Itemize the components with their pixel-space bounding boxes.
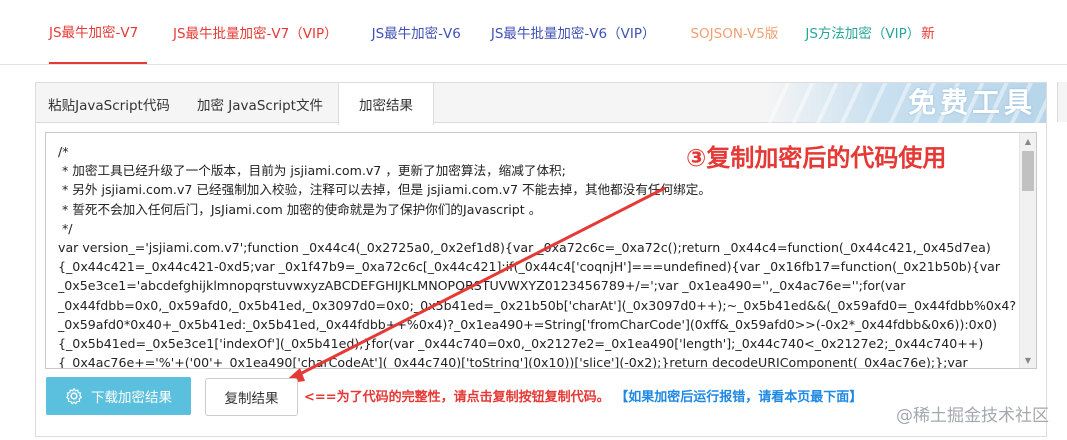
- tab-js-v7[interactable]: JS最牛加密-V7: [49, 0, 147, 64]
- code-content: /* * 加密工具已经升级了一个版本，目前为 jsjiami.com.v7 ，更…: [58, 142, 1018, 369]
- code-line: _0x5e3ce1='abcdefghijklmnopqrstuvwxyzABC…: [58, 278, 906, 294]
- code-line: */: [58, 220, 73, 236]
- tab-encrypt-file[interactable]: 加密 JavaScript文件: [182, 83, 338, 124]
- tab-js-batch-v6[interactable]: JS最牛批量加密-V6（VIP）: [491, 0, 656, 64]
- copy-result-button[interactable]: 复制结果: [205, 378, 298, 416]
- tab-encrypt-file-label: 加密 JavaScript文件: [197, 97, 323, 114]
- copy-annotation: ③复制加密后的代码使用: [686, 144, 947, 172]
- tab-paste-code[interactable]: 粘贴JavaScript代码: [36, 83, 182, 124]
- code-line: * 誓死不会加入任何后门，JsJiami.com 加密的使命就是为了保护你们的J…: [58, 201, 542, 217]
- free-tool-banner: 免费工具: [766, 83, 1046, 123]
- tab-paste-code-label: 粘贴JavaScript代码: [48, 97, 170, 114]
- scroll-thumb[interactable]: [1022, 151, 1034, 191]
- panel-header: 粘贴JavaScript代码 加密 JavaScript文件 加密结果 免费工具: [36, 83, 1046, 125]
- tab-encrypt-result[interactable]: 加密结果: [338, 83, 434, 125]
- copy-hint-text: <==为了代码的完整性，请点击复制按钮复制代码。: [304, 390, 610, 405]
- tab-js-v7-label: JS最牛加密-V7: [49, 25, 139, 41]
- code-line: {_0x5b41ed=_0x5e3ce1['indexOf'](_0x5b41e…: [58, 336, 984, 352]
- arrow-down-icon[interactable]: ▼: [1020, 352, 1036, 368]
- tab-js-batch-v7[interactable]: JS最牛批量加密-V7（VIP）: [173, 0, 338, 64]
- code-line: _0x44fdbb=0x0,_0x59afd0,_0x5b41ed,_0x309…: [58, 297, 1017, 313]
- gear-icon: [66, 388, 82, 405]
- vertical-scrollbar[interactable]: ▲ ▼: [1019, 133, 1036, 368]
- code-line: {_0x44c421=_0x44c421-0xd5;var _0x1f47b9=…: [58, 259, 1001, 275]
- top-tab-bar: JS最牛加密-V7 JS最牛批量加密-V7（VIP） JS最牛加密-V6 JS最…: [0, 0, 1067, 64]
- arrow-up-icon[interactable]: ▲: [1020, 133, 1036, 149]
- tab-js-v6-label: JS最牛加密-V6: [371, 26, 461, 42]
- code-line: * 另外 jsjiami.com.v7 已经强制加入校验，注释可以去掉，但是 j…: [58, 182, 711, 198]
- tab-js-v6[interactable]: JS最牛加密-V6: [372, 0, 461, 64]
- top-tab-divider: [0, 64, 1067, 65]
- tab-js-batch-v6-label: JS最牛批量加密-V6（VIP）: [490, 26, 656, 42]
- tab-sojson-v5-label: SOJSON-V5版: [690, 26, 779, 42]
- tab-js-method[interactable]: JS方法加密（VIP） 新: [805, 0, 934, 64]
- copy-hint: <==为了代码的完整性，请点击复制按钮复制代码。 【如果加密后运行报错，请看本页最…: [304, 386, 862, 405]
- new-badge: 新: [921, 26, 935, 42]
- side-panel-edge: [1057, 82, 1067, 122]
- copy-button-label: 复制结果: [224, 391, 279, 407]
- tab-encrypt-result-label: 加密结果: [359, 98, 413, 114]
- banner-text: 免费工具: [907, 86, 1036, 119]
- tab-sojson-v5[interactable]: SOJSON-V5版: [690, 0, 778, 64]
- tab-js-method-label: JS方法加密（VIP）: [805, 26, 921, 42]
- download-result-button[interactable]: 下载加密结果: [46, 377, 191, 415]
- tab-js-batch-v7-label: JS最牛批量加密-V7（VIP）: [173, 26, 338, 42]
- code-line: {_0x4ac76e+='%'+('00'+_0x1ea490['charCod…: [58, 355, 968, 369]
- code-line: var version_='jsjiami.com.v7';function _…: [58, 240, 991, 256]
- download-button-label: 下载加密结果: [91, 390, 172, 406]
- code-line: _0x59afd0*0x40+_0x5b41ed:_0x5b41ed,_0x44…: [58, 316, 998, 332]
- watermark: @稀土掘金技术社区: [896, 406, 1049, 426]
- error-hint-link[interactable]: 【如果加密后运行报错，请看本页最下面】: [622, 390, 863, 405]
